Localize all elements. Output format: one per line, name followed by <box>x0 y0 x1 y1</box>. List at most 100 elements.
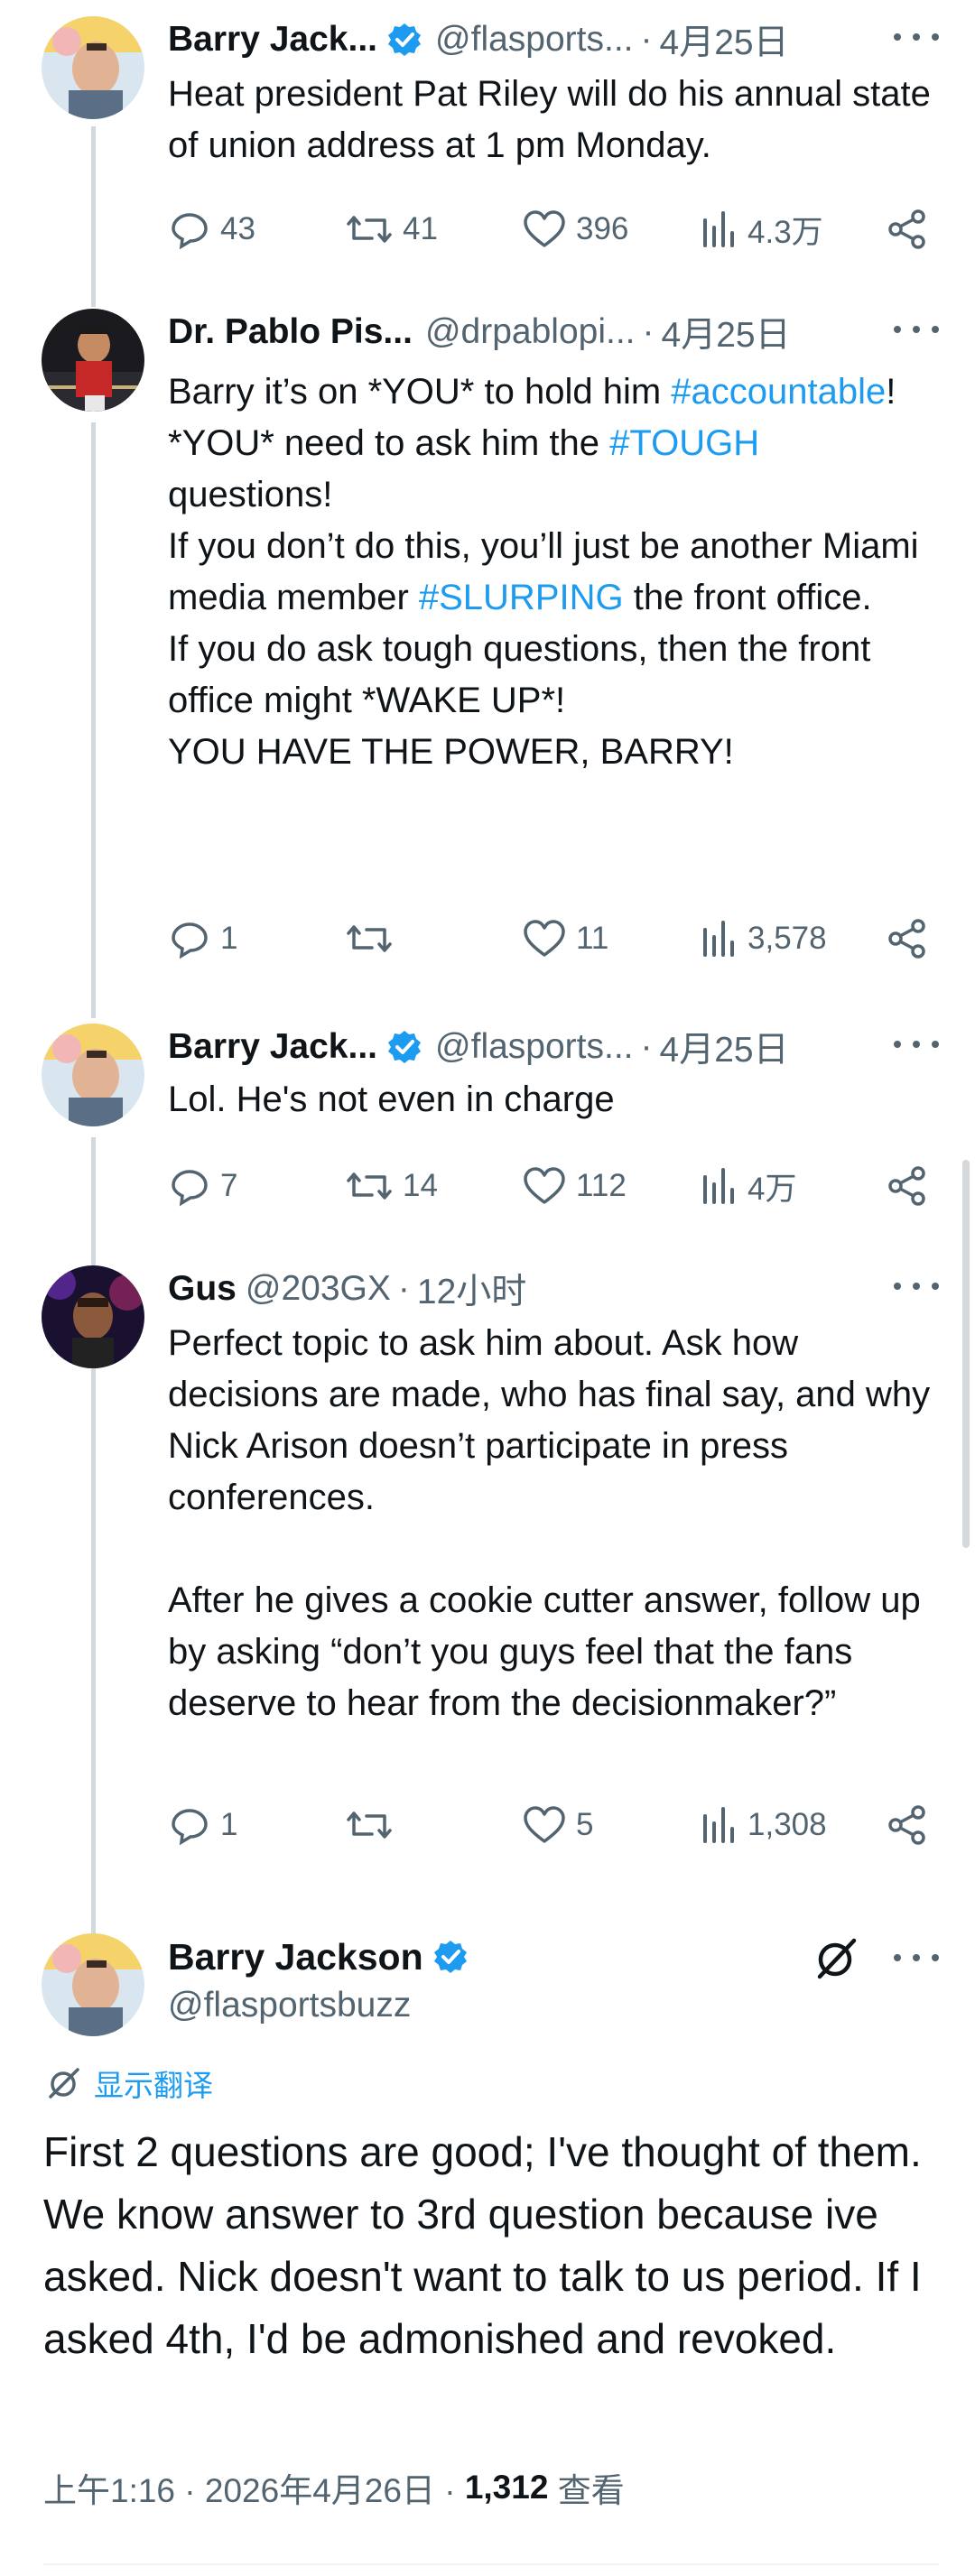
like-icon <box>524 1167 565 1204</box>
translate-label: 显示翻译 <box>94 2069 213 2102</box>
reply-icon <box>172 1170 208 1207</box>
tweet-time[interactable]: 4月25日 <box>660 1022 789 1072</box>
tweet-text: Barry it’s on *YOU* to hold him #account… <box>168 366 962 778</box>
views-icon <box>703 1807 734 1843</box>
timestamp[interactable]: 上午1:16 · 2026年4月26日 · <box>43 2463 465 2512</box>
like-button[interactable]: 5 <box>522 1798 593 1852</box>
avatar[interactable] <box>42 1265 144 1368</box>
author-handle[interactable]: @drpablopi... <box>425 312 636 352</box>
reply-button[interactable]: 1 <box>168 912 237 966</box>
author-handle[interactable]: @flasportsbuzz <box>168 1986 411 2025</box>
show-translation-button[interactable]: 显示翻译 <box>45 2063 213 2103</box>
avatar[interactable] <box>42 16 144 119</box>
tweet-actions: 1 5 1,308 <box>168 1798 932 1852</box>
like-icon <box>524 1806 565 1843</box>
repost-icon <box>347 1172 392 1200</box>
tweet-actions: 7 14 112 4万 <box>168 1159 932 1213</box>
thread-connector <box>91 126 96 307</box>
tweet-reply-2[interactable]: Dr. Pablo Pis... @drpablopi... · 4月25日 B… <box>0 307 975 1018</box>
author-name[interactable]: Gus <box>168 1269 237 1309</box>
repost-button[interactable]: 41 <box>345 202 438 256</box>
like-button[interactable]: 11 <box>522 912 608 966</box>
tweet-meta: 上午1:16 · 2026年4月26日 · 1,312 查看 <box>43 2466 625 2509</box>
share-button[interactable] <box>887 202 928 256</box>
divider <box>43 2563 939 2565</box>
views-count: 4万 <box>748 1171 797 1207</box>
share-button[interactable] <box>887 912 928 966</box>
author-handle[interactable]: @203GX <box>246 1269 391 1309</box>
tweet-header: Barry Jack... @flasports... · 4月25日 <box>168 13 939 67</box>
grok-icon[interactable] <box>812 1935 859 1982</box>
views-label: 查看 <box>548 2472 625 2509</box>
like-count: 112 <box>576 1168 627 1203</box>
conversation-thread: Barry Jack... @flasports... · 4月25日 Heat… <box>0 0 975 2576</box>
hashtag-link[interactable]: #TOUGH <box>609 423 759 463</box>
author-handle[interactable]: @flasports... <box>435 20 634 60</box>
author-name[interactable]: Barry Jackson <box>168 1936 423 1978</box>
reply-icon <box>172 922 208 959</box>
tweet-actions: 43 41 396 4.3万 <box>168 202 932 256</box>
share-icon <box>888 1166 925 1206</box>
more-icon[interactable] <box>894 1273 939 1300</box>
repost-button[interactable]: 14 <box>345 1159 438 1213</box>
repost-count: 41 <box>403 211 438 246</box>
share-icon <box>888 209 925 249</box>
hashtag-link[interactable]: #accountable <box>671 372 886 412</box>
views-button[interactable]: 4.3万 <box>701 202 823 256</box>
author-name[interactable]: Dr. Pablo Pis... <box>168 312 413 352</box>
repost-icon <box>347 925 392 952</box>
avatar[interactable] <box>42 1933 144 2036</box>
avatar[interactable] <box>42 1024 144 1126</box>
scrollbar[interactable] <box>962 1160 970 1548</box>
tweet-reply-3[interactable]: Barry Jack... @flasports... · 4月25日 Lol.… <box>0 1018 975 1390</box>
more-icon[interactable] <box>894 1031 939 1058</box>
hashtag-link[interactable]: #SLURPING <box>419 578 624 617</box>
author-name[interactable]: Barry Jack... <box>168 20 377 60</box>
reply-count: 7 <box>220 1168 238 1203</box>
repost-button[interactable] <box>345 1798 403 1852</box>
reply-count: 1 <box>220 921 238 956</box>
reply-button[interactable]: 7 <box>168 1159 237 1213</box>
thread-connector <box>91 422 96 1018</box>
views-button[interactable]: 1,308 <box>701 1798 827 1852</box>
views-icon <box>703 921 734 957</box>
views-button[interactable]: 3,578 <box>701 912 827 966</box>
verified-icon <box>432 1939 469 1975</box>
tweet-reply-1[interactable]: Barry Jack... @flasports... · 4月25日 Heat… <box>0 0 975 307</box>
text-segment: Barry it’s on *YOU* to hold him <box>168 372 672 412</box>
translate-icon <box>49 2068 79 2099</box>
tweet-time[interactable]: 4月25日 <box>662 307 791 357</box>
main-tweet[interactable]: Barry Jackson @flasportsbuzz 显示翻译 First … <box>0 1913 975 2576</box>
tweet-time[interactable]: 12小时 <box>417 1264 526 1314</box>
author-handle[interactable]: @flasports... <box>435 1027 634 1067</box>
like-button[interactable]: 396 <box>522 202 628 256</box>
reply-count: 43 <box>220 211 255 246</box>
reply-icon <box>172 213 208 250</box>
share-button[interactable] <box>887 1798 928 1852</box>
share-icon <box>888 1805 925 1845</box>
avatar[interactable] <box>42 309 144 412</box>
more-icon[interactable] <box>894 23 939 51</box>
views-count: 3,578 <box>748 921 827 956</box>
tweet-header: Barry Jack... @flasports... · 4月25日 <box>168 1020 939 1074</box>
tweet-actions: 1 11 3,578 <box>168 912 932 966</box>
views-button[interactable]: 4万 <box>701 1159 796 1213</box>
more-icon[interactable] <box>894 316 939 343</box>
like-icon <box>524 920 565 957</box>
like-icon <box>524 210 565 247</box>
tweet-time[interactable]: 4月25日 <box>660 14 789 65</box>
repost-icon <box>347 1812 392 1839</box>
separator-dot: · <box>640 20 653 59</box>
reply-button[interactable]: 43 <box>168 202 255 256</box>
separator-dot: · <box>642 312 655 351</box>
repost-button[interactable] <box>345 912 403 966</box>
tweet-reply-4[interactable]: Gus @203GX · 12小时 Perfect topic to ask h… <box>0 1264 975 2011</box>
share-button[interactable] <box>887 1159 928 1213</box>
like-button[interactable]: 112 <box>522 1159 627 1213</box>
tweet-text: Lol. He's not even in charge <box>168 1080 615 1119</box>
more-icon[interactable] <box>894 1944 939 1971</box>
author-name[interactable]: Barry Jack... <box>168 1027 377 1067</box>
views-count: 1,312 <box>464 2469 549 2506</box>
separator-dot: · <box>640 1027 653 1066</box>
reply-button[interactable]: 1 <box>168 1798 237 1852</box>
